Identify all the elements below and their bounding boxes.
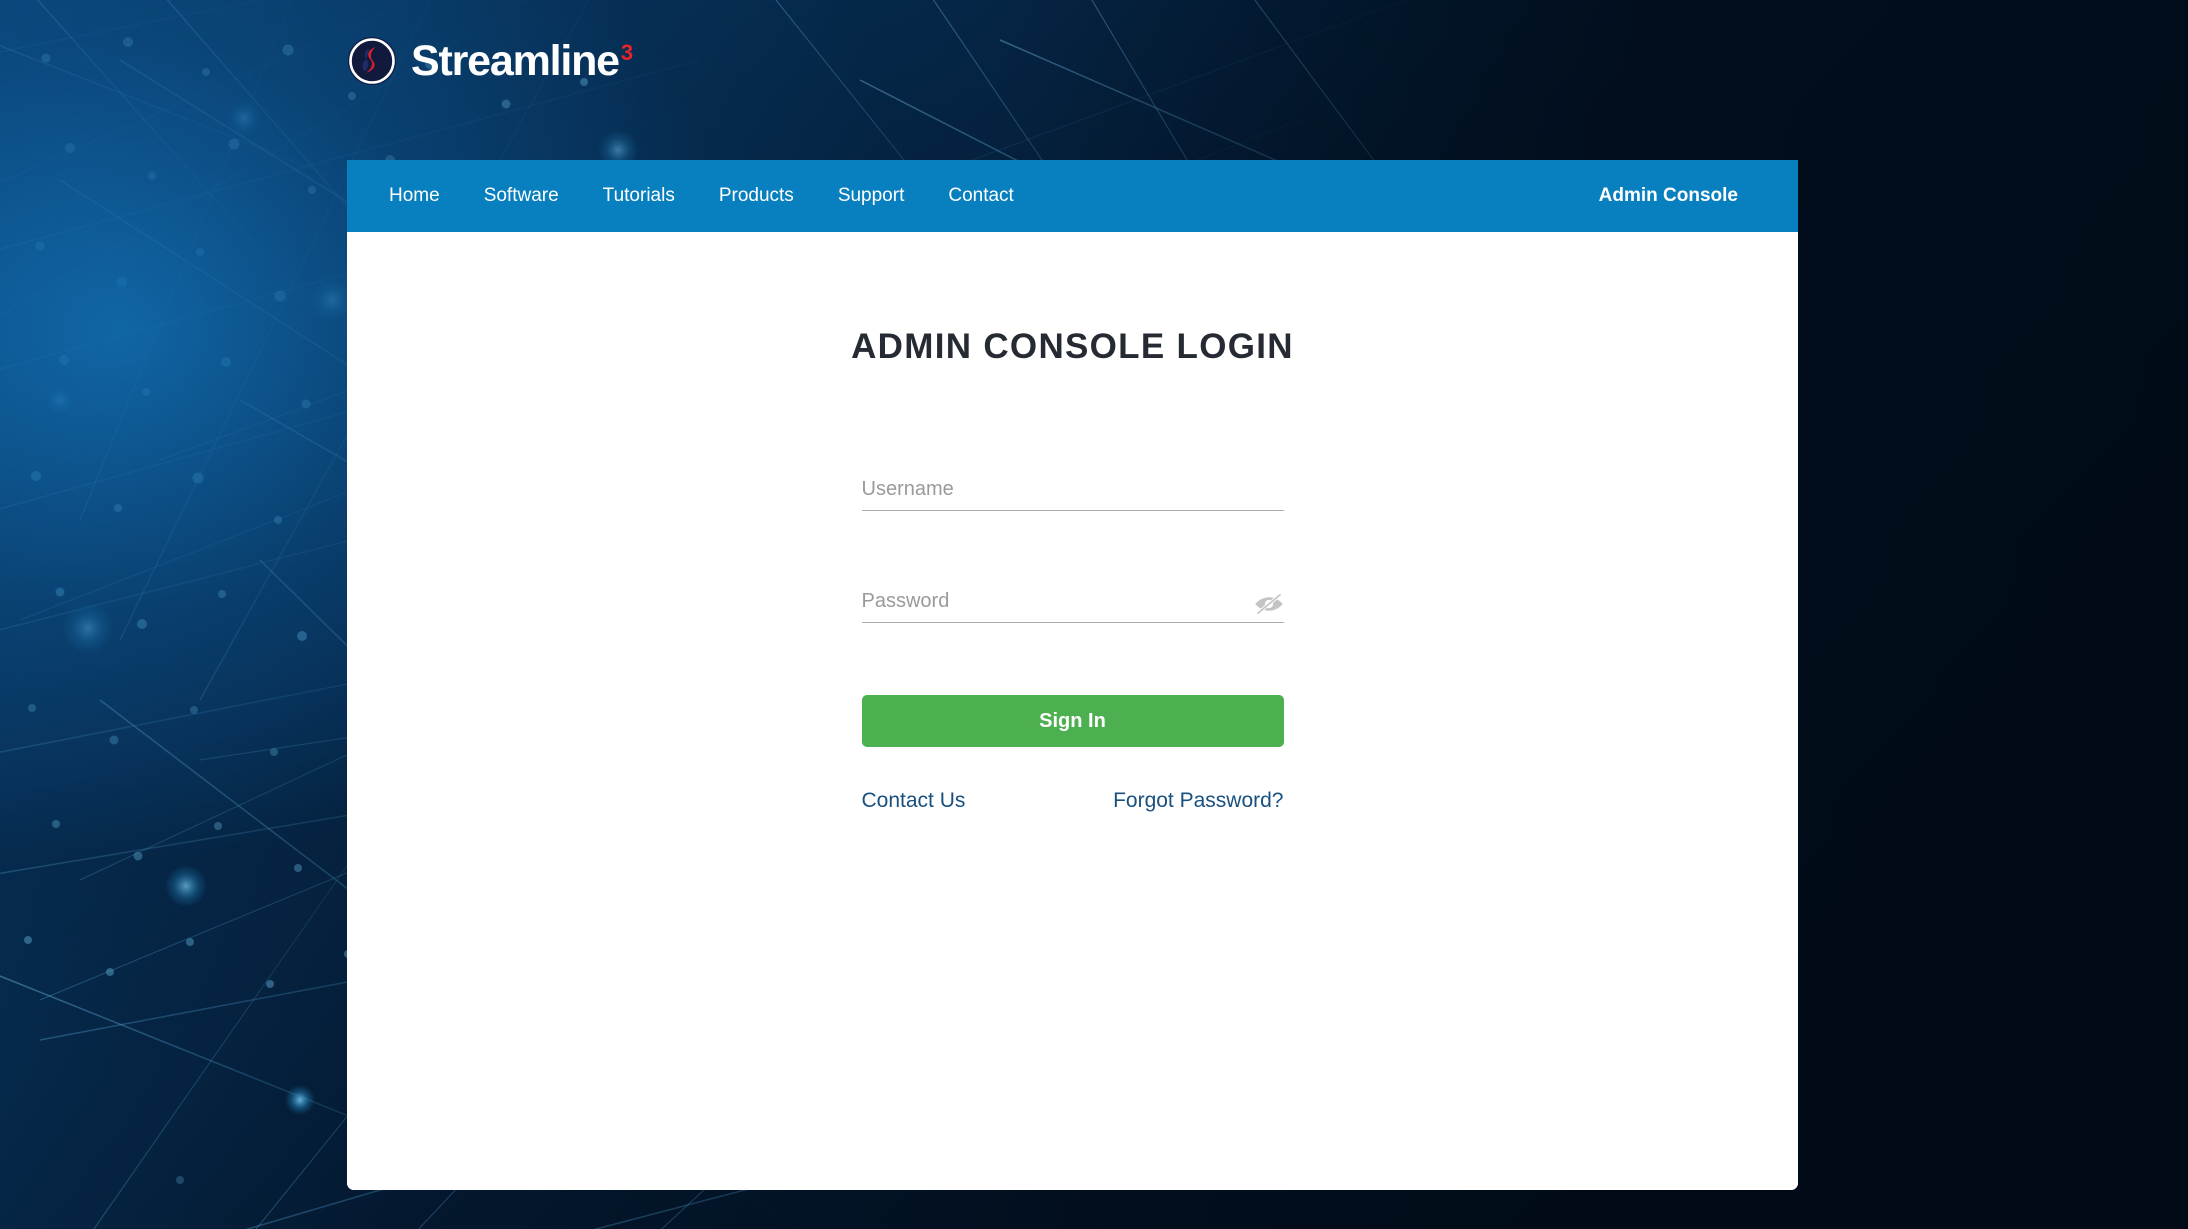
- brand-logo[interactable]: Streamline 3: [347, 36, 633, 86]
- nav-right-group: Admin Console: [1599, 160, 1738, 232]
- login-card: Home Software Tutorials Products Support…: [347, 160, 1798, 1190]
- streamline-s-badge-icon: [348, 37, 396, 85]
- login-page: Streamline 3 Home Software Tutorials Pro…: [0, 0, 2188, 1229]
- password-input[interactable]: [861, 590, 1284, 613]
- login-form: Sign In Contact Us Forgot Password?: [861, 478, 1284, 813]
- page-title: ADMIN CONSOLE LOGIN: [851, 327, 1294, 366]
- username-field-group: [861, 478, 1284, 511]
- form-links-row: Contact Us Forgot Password?: [862, 789, 1284, 813]
- password-field-group: [861, 590, 1284, 623]
- nav-item-admin-console[interactable]: Admin Console: [1599, 160, 1738, 232]
- login-card-body: ADMIN CONSOLE LOGIN Username Sign In Con…: [347, 232, 1798, 1190]
- sign-in-button[interactable]: Sign In: [861, 695, 1284, 747]
- nav-item-software[interactable]: Software: [462, 160, 581, 232]
- nav-item-home[interactable]: Home: [367, 160, 462, 232]
- nav-item-support[interactable]: Support: [816, 160, 927, 232]
- nav-item-products[interactable]: Products: [697, 160, 816, 232]
- brand-superscript: 3: [620, 39, 634, 65]
- nav-item-contact[interactable]: Contact: [926, 160, 1035, 232]
- nav-item-tutorials[interactable]: Tutorials: [581, 160, 697, 232]
- toggle-password-visibility-button[interactable]: [1254, 593, 1284, 615]
- main-navigation-bar: Home Software Tutorials Products Support…: [347, 160, 1798, 232]
- brand-name: Streamline: [411, 36, 620, 85]
- forgot-password-link[interactable]: Forgot Password?: [1113, 789, 1283, 813]
- brand-wordmark: Streamline 3: [411, 36, 634, 85]
- eye-slash-icon: [1254, 593, 1283, 615]
- contact-us-link[interactable]: Contact Us: [862, 789, 966, 813]
- username-input[interactable]: [861, 478, 1284, 501]
- nav-links-group: Home Software Tutorials Products Support…: [347, 160, 1036, 232]
